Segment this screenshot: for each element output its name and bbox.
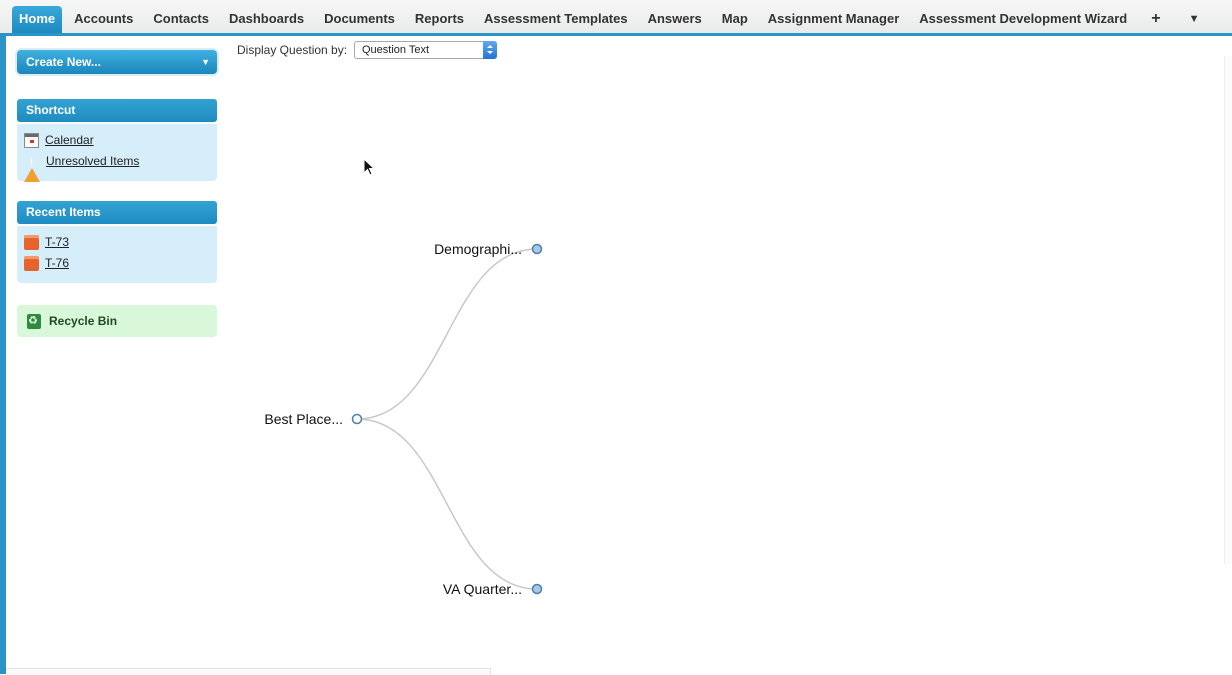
add-tab-button[interactable]: +: [1135, 6, 1172, 33]
recycle-bin-label: Recycle Bin: [49, 314, 118, 328]
tab-assignment-manager[interactable]: Assignment Manager: [756, 6, 907, 33]
left-edge-border: [0, 0, 6, 674]
select-arrows-icon: [483, 41, 497, 59]
tab-documents[interactable]: Documents: [312, 6, 403, 33]
tree-node-root-label: Best Place...: [264, 411, 343, 427]
tree-link: [356, 248, 538, 420]
tree-node-child-label: Demographi...: [434, 241, 522, 257]
shortcut-header: Shortcut: [17, 99, 217, 122]
tab-home[interactable]: Home: [12, 6, 63, 33]
display-question-value: Question Text: [362, 44, 430, 56]
tab-contacts[interactable]: Contacts: [141, 6, 217, 33]
tab-assessment-development-wizard[interactable]: Assessment Development Wizard: [907, 6, 1135, 33]
display-question-select[interactable]: Question Text: [354, 41, 497, 59]
recent-items-header: Recent Items: [17, 201, 217, 224]
create-new-label: Create New...: [26, 55, 101, 69]
tab-reports[interactable]: Reports: [403, 6, 472, 33]
tab-list: Home Accounts Contacts Dashboards Docume…: [12, 6, 1211, 33]
calendar-link[interactable]: Calendar: [45, 133, 94, 147]
tab-accounts[interactable]: Accounts: [62, 6, 141, 33]
tab-dashboards[interactable]: Dashboards: [217, 6, 312, 33]
chevron-down-icon: ▼: [201, 57, 210, 67]
recent-item[interactable]: T-76: [24, 254, 69, 272]
shortcut-item-unresolved[interactable]: ! Unresolved Items: [24, 152, 139, 182]
tab-assessment-templates[interactable]: Assessment Templates: [472, 6, 636, 33]
unresolved-items-link[interactable]: Unresolved Items: [46, 154, 139, 168]
tree-node-root[interactable]: [351, 413, 363, 425]
calendar-icon: [24, 132, 39, 148]
record-icon: [24, 255, 39, 271]
shortcut-panel: Calendar ! Unresolved Items: [17, 124, 217, 182]
recent-item-link[interactable]: T-76: [45, 256, 69, 270]
tab-bar: Home Accounts Contacts Dashboards Docume…: [0, 0, 1232, 36]
shortcut-item-calendar[interactable]: Calendar: [24, 131, 94, 149]
warning-icon: !: [24, 153, 40, 182]
more-tabs-button[interactable]: ▼: [1173, 6, 1212, 33]
tab-answers[interactable]: Answers: [636, 6, 710, 33]
tab-map[interactable]: Map: [710, 6, 756, 33]
tree-node-child-label: VA Quarter...: [443, 581, 522, 597]
recycle-bin-icon: [27, 314, 41, 329]
recent-item[interactable]: T-73: [24, 233, 69, 251]
record-icon: [24, 234, 39, 250]
recent-item-link[interactable]: T-73: [45, 235, 69, 249]
tree-node-child[interactable]: [531, 243, 543, 255]
create-new-button[interactable]: Create New... ▼: [17, 50, 217, 74]
display-question-label: Display Question by:: [237, 43, 348, 57]
tree-node-child[interactable]: [531, 583, 543, 595]
tree-link: [356, 418, 538, 590]
recycle-bin-button[interactable]: Recycle Bin: [17, 305, 217, 337]
recent-items-panel: T-73 T-76: [17, 226, 217, 283]
right-scrollbar[interactable]: [1224, 56, 1232, 564]
mouse-cursor-icon: [363, 158, 375, 176]
